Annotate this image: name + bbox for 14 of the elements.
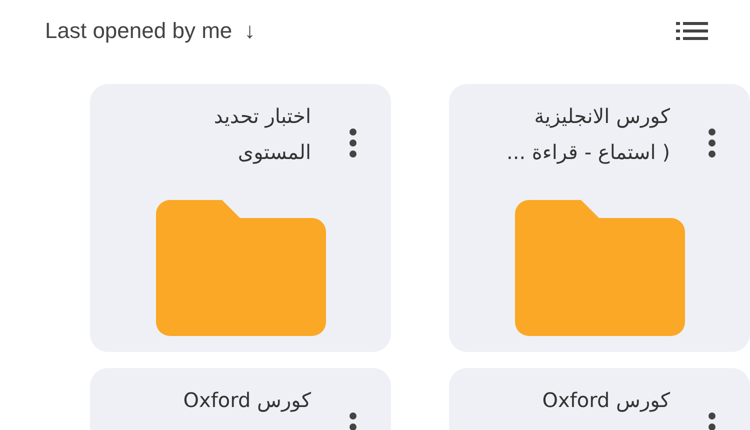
more-options-icon[interactable]: [349, 128, 357, 158]
list-view-icon[interactable]: [676, 21, 708, 41]
folder-title: كورس Oxford: [183, 387, 311, 414]
folder-card[interactable]: اختبار تحديد المستوى: [90, 84, 391, 352]
folder-title: كورس Oxford: [542, 387, 670, 414]
sort-button[interactable]: Last opened by me ↓: [45, 18, 256, 44]
more-options-icon[interactable]: [708, 128, 716, 158]
folder-icon: [514, 200, 684, 336]
folder-card[interactable]: كورس Oxford: [90, 368, 391, 430]
folder-card[interactable]: كورس Oxford: [449, 368, 750, 430]
folder-card[interactable]: كورس الانجليزية ( استماع - قراءة ...: [449, 84, 750, 352]
folder-title: اختبار تحديد المستوى: [214, 103, 311, 166]
folder-icon: [156, 200, 326, 336]
folder-title: كورس الانجليزية ( استماع - قراءة ...: [506, 103, 670, 166]
